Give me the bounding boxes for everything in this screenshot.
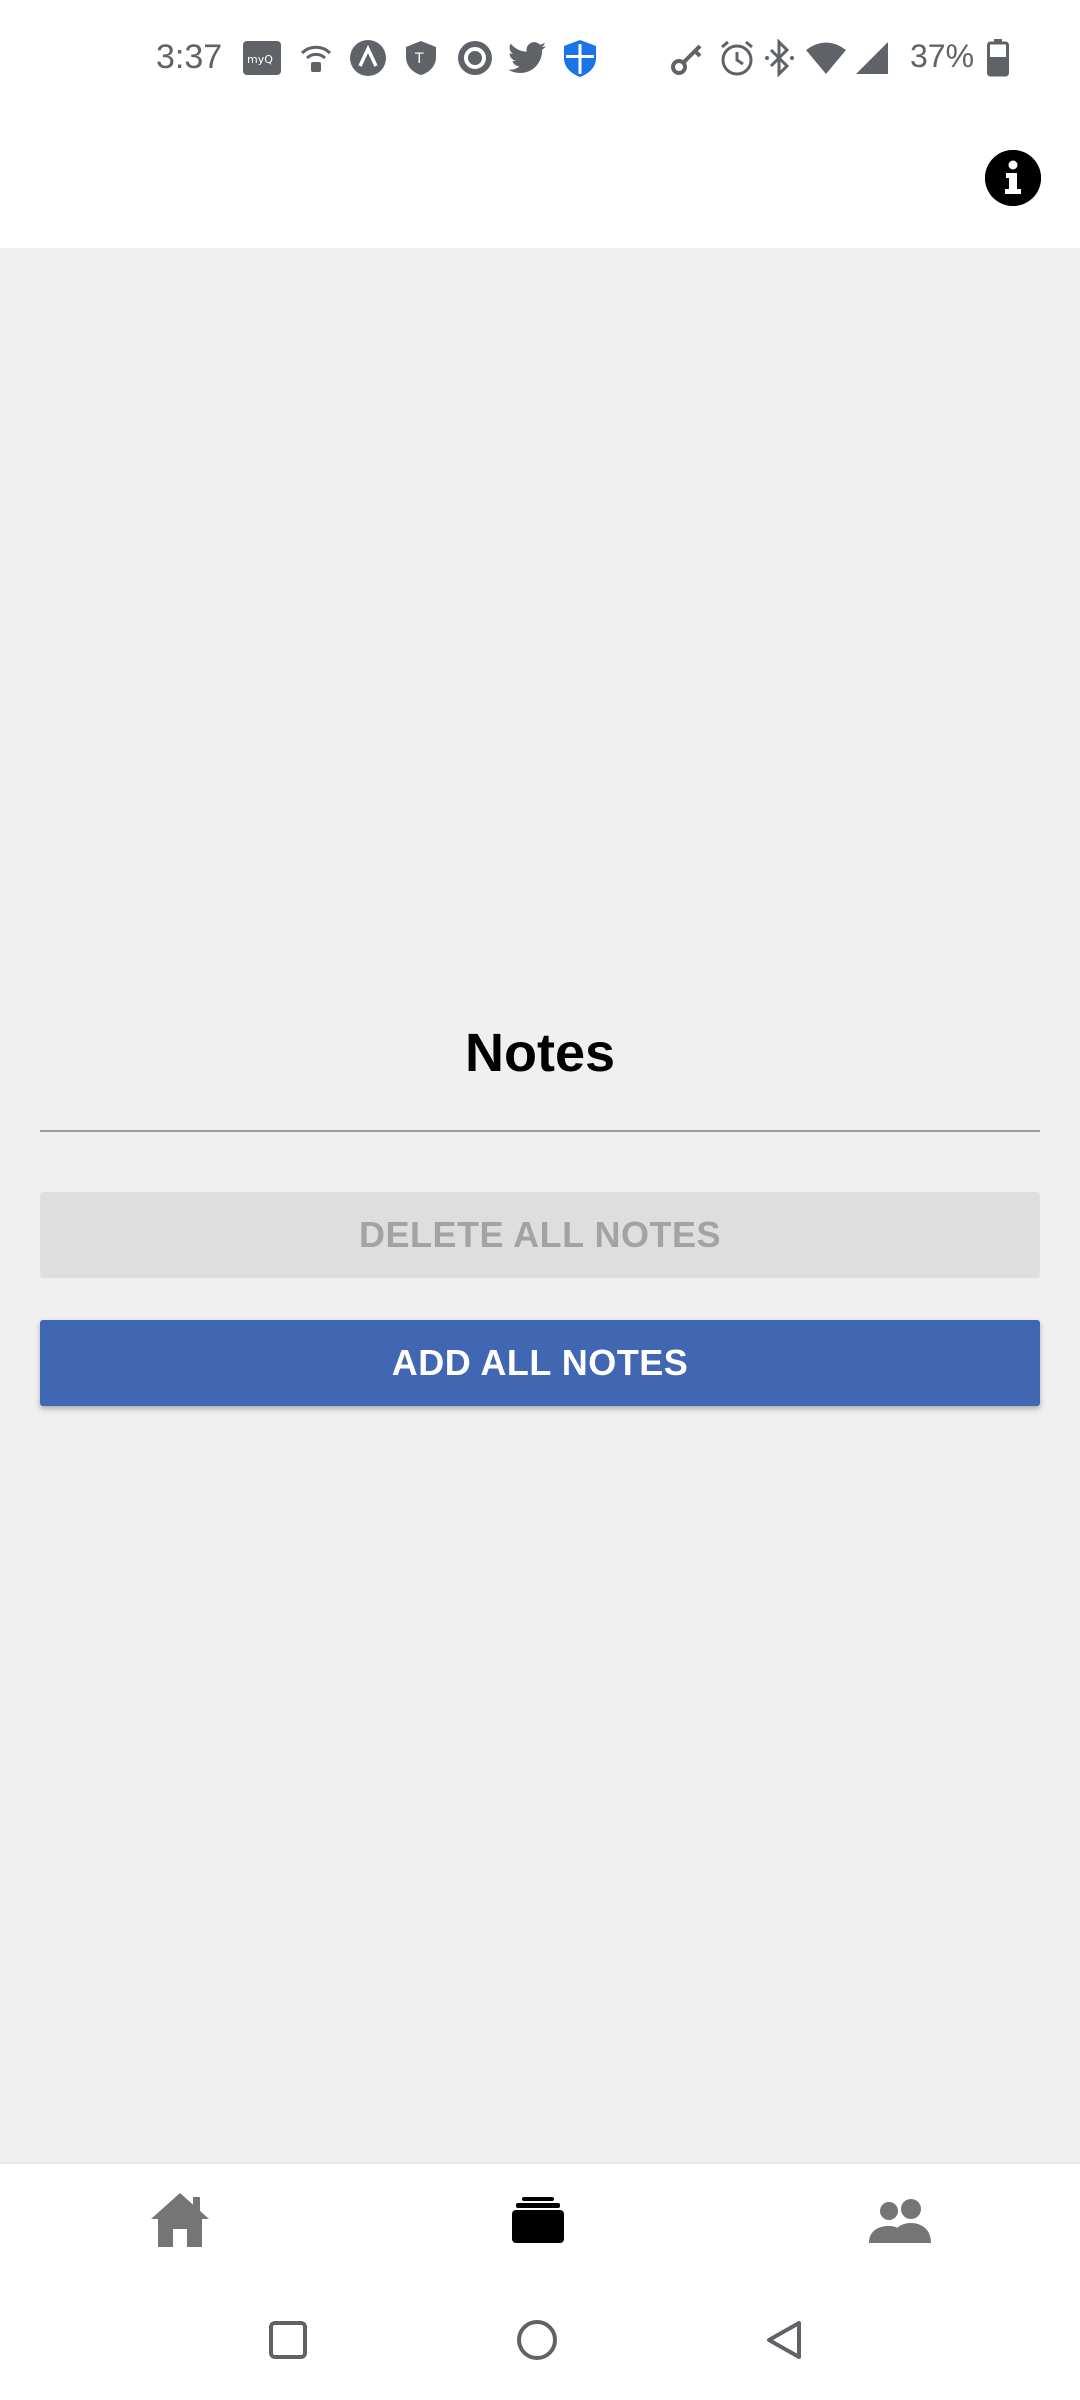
- myq-icon: myQ: [242, 38, 282, 78]
- cards-icon: [510, 2195, 566, 2245]
- back-button[interactable]: [744, 2300, 824, 2380]
- system-nav-bar: [0, 2280, 1080, 2400]
- notes-screen: Notes DELETE ALL NOTES ADD ALL NOTES: [0, 248, 1080, 2162]
- nav-tab-home[interactable]: [140, 2180, 220, 2260]
- divider: [40, 1130, 1040, 1132]
- battery-icon: [978, 38, 1018, 78]
- circle-app-icon: [455, 38, 495, 78]
- arc-icon: [348, 38, 388, 78]
- app-bar: [0, 120, 1080, 248]
- svg-text:myQ: myQ: [247, 53, 273, 66]
- delete-all-notes-button[interactable]: DELETE ALL NOTES: [40, 1192, 1040, 1278]
- nav-tab-people[interactable]: [860, 2180, 940, 2260]
- square-icon: [268, 2320, 308, 2360]
- people-icon: [869, 2197, 931, 2243]
- tmobile-shield-icon: T: [401, 38, 441, 78]
- back-triangle-icon: [763, 2319, 805, 2361]
- status-bar: 3:37 myQ T 37%: [0, 0, 1080, 120]
- signal-icon: [852, 38, 892, 78]
- status-time: 3:37: [156, 38, 223, 76]
- home-system-button[interactable]: [497, 2300, 577, 2380]
- recents-button[interactable]: [248, 2300, 328, 2380]
- vpn-key-icon: [668, 38, 708, 78]
- info-button[interactable]: [985, 150, 1041, 206]
- wifi-calling-icon: [296, 38, 336, 78]
- bluetooth-icon: [760, 38, 800, 78]
- add-all-notes-button[interactable]: ADD ALL NOTES: [40, 1320, 1040, 1406]
- info-icon: [985, 150, 1041, 206]
- svg-text:T: T: [414, 51, 424, 67]
- wifi-icon: [806, 38, 846, 78]
- battery-percent: 37%: [910, 38, 975, 74]
- nav-tab-notes[interactable]: [498, 2180, 578, 2260]
- page-title: Notes: [464, 1023, 616, 1083]
- home-icon: [149, 2191, 211, 2249]
- circle-icon: [516, 2319, 558, 2361]
- alarm-icon: [717, 38, 757, 78]
- bottom-nav: [0, 2162, 1080, 2280]
- twitter-icon: [507, 38, 547, 78]
- defender-shield-icon: [560, 38, 600, 78]
